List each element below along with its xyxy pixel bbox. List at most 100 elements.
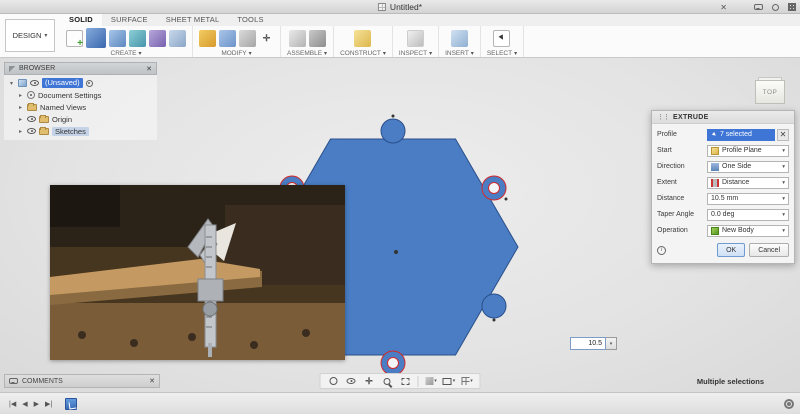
comments-bar[interactable]: COMMENTS ✕ <box>4 374 160 388</box>
play-icon[interactable]: ▶ <box>31 400 42 408</box>
skip-to-end-icon[interactable]: ▶| <box>42 400 55 408</box>
chevron-down-icon: ▾ <box>782 164 785 170</box>
apps-icon[interactable] <box>788 3 796 11</box>
group-assemble: ASSEMBLE <box>281 26 334 57</box>
tree-item-document-settings[interactable]: ▸ Document Settings <box>4 89 157 101</box>
new-component-icon[interactable] <box>289 30 306 47</box>
operation-dropdown[interactable]: New Body ▾ <box>707 225 789 237</box>
measure-icon[interactable] <box>407 30 424 47</box>
profile-selection-chip[interactable]: ► 7 selected <box>707 129 775 141</box>
tree-item-label[interactable]: Document Settings <box>38 91 101 100</box>
joint-icon[interactable] <box>309 30 326 47</box>
create-menu[interactable]: CREATE <box>111 50 142 57</box>
viewcube[interactable]: TOP <box>752 76 788 108</box>
modify-menu[interactable]: MODIFY <box>221 50 251 57</box>
group-select: SELECT <box>481 26 524 57</box>
visibility-eye-icon[interactable] <box>27 116 36 122</box>
inspect-menu[interactable]: INSPECT <box>399 50 432 57</box>
fit-icon[interactable] <box>398 375 413 388</box>
tree-item-origin[interactable]: ▸ Origin <box>4 113 157 125</box>
create-sketch-icon[interactable] <box>66 30 83 47</box>
fillet-icon[interactable] <box>219 30 236 47</box>
revolve-icon[interactable] <box>109 30 126 47</box>
tab-surface[interactable]: SURFACE <box>102 14 157 26</box>
distance-input[interactable]: 10.5 mm ▾ <box>707 193 789 205</box>
construct-plane-icon[interactable] <box>354 30 371 47</box>
model-canvas[interactable]: 10.5 ▾ TOP BROWSER ✕ ▾ (Unsaved) <box>0 58 800 392</box>
close-icon[interactable]: ✕ <box>720 3 727 12</box>
tree-root-row[interactable]: ▾ (Unsaved) <box>4 77 157 89</box>
visibility-eye-icon[interactable] <box>30 80 39 86</box>
hole-upper-right[interactable] <box>489 183 500 194</box>
insert-icon[interactable] <box>451 30 468 47</box>
cancel-button[interactable]: Cancel <box>749 243 789 257</box>
direction-dropdown[interactable]: One Side ▾ <box>707 161 789 173</box>
skip-to-start-icon[interactable]: |◀ <box>6 400 19 408</box>
pan-icon[interactable]: ✛ <box>362 375 377 388</box>
browser-header[interactable]: BROWSER ✕ <box>4 62 157 75</box>
select-icon[interactable] <box>493 30 510 47</box>
folder-icon <box>27 104 37 111</box>
root-label[interactable]: (Unsaved) <box>42 78 83 88</box>
expand-caret-icon[interactable]: ▸ <box>17 104 24 111</box>
tree-item-label[interactable]: Origin <box>52 115 72 124</box>
sketch-feature-marker[interactable] <box>65 398 77 410</box>
step-back-icon[interactable]: ◀ <box>19 400 30 408</box>
comments-icon[interactable] <box>754 4 763 10</box>
extrude-dialog-header[interactable]: ⋮⋮ EXTRUDE <box>652 111 794 124</box>
loft-icon[interactable] <box>149 30 166 47</box>
tab-tools[interactable]: TOOLS <box>228 14 272 26</box>
coil-icon[interactable] <box>169 30 186 47</box>
sweep-icon[interactable] <box>129 30 146 47</box>
tree-item-named-views[interactable]: ▸ Named Views <box>4 101 157 113</box>
move-icon[interactable]: ✛ <box>259 32 274 45</box>
workspace-switcher[interactable]: DESIGN <box>5 19 55 52</box>
expand-caret-icon[interactable]: ▸ <box>17 128 24 135</box>
look-at-icon[interactable] <box>344 375 359 388</box>
zoom-icon[interactable] <box>380 375 395 388</box>
extrude-icon[interactable] <box>86 28 106 48</box>
extent-dropdown[interactable]: Distance ▾ <box>707 177 789 189</box>
ok-button[interactable]: OK <box>717 243 745 257</box>
distance-floating-input[interactable]: 10.5 ▾ <box>570 337 617 350</box>
tree-item-label[interactable]: Named Views <box>40 103 86 112</box>
info-icon[interactable]: i <box>657 246 666 255</box>
start-dropdown[interactable]: Profile Plane ▾ <box>707 145 789 157</box>
grid-snap-icon[interactable]: ▾ <box>460 375 475 388</box>
select-menu[interactable]: SELECT <box>487 50 517 57</box>
expand-caret-icon[interactable]: ▾ <box>8 80 15 87</box>
tab-solid[interactable]: SOLID <box>60 14 102 26</box>
center-point[interactable] <box>394 250 398 254</box>
tab-lower-right[interactable] <box>482 294 506 318</box>
taper-angle-input[interactable]: 0.0 deg ▾ <box>707 209 789 221</box>
notifications-icon[interactable] <box>772 4 779 11</box>
plane-icon <box>711 147 719 155</box>
construct-menu[interactable]: CONSTRUCT <box>340 50 386 57</box>
tree-item-label[interactable]: Sketches <box>52 127 89 136</box>
comments-close-icon[interactable]: ✕ <box>149 377 155 385</box>
browser-close-icon[interactable]: ✕ <box>146 65 152 73</box>
viewcube-top-face[interactable]: TOP <box>755 80 785 104</box>
shell-icon[interactable] <box>239 30 256 47</box>
tree-item-sketches[interactable]: ▸ Sketches <box>4 125 157 137</box>
assemble-menu[interactable]: ASSEMBLE <box>287 50 327 57</box>
insert-menu[interactable]: INSERT <box>445 50 474 57</box>
display-settings-icon[interactable]: ▾ <box>424 375 439 388</box>
drag-grip-icon[interactable]: ⋮⋮ <box>657 113 669 121</box>
expand-caret-icon[interactable]: ▸ <box>17 116 24 123</box>
visibility-eye-icon[interactable] <box>27 128 36 134</box>
clear-selection-icon[interactable]: ✕ <box>777 129 789 141</box>
active-component-radio[interactable] <box>86 80 93 87</box>
tab-top[interactable] <box>381 119 405 143</box>
operation-row: Operation New Body ▾ <box>657 224 789 237</box>
press-pull-icon[interactable] <box>199 30 216 47</box>
distance-dropdown-icon[interactable]: ▾ <box>606 337 617 350</box>
orbit-icon[interactable] <box>326 375 341 388</box>
tab-sheet-metal[interactable]: SHEET METAL <box>157 14 229 26</box>
sketch-point-lower-right <box>493 319 496 322</box>
distance-value-field[interactable]: 10.5 <box>570 337 606 350</box>
expand-caret-icon[interactable]: ▸ <box>17 92 24 99</box>
hole-bottom[interactable] <box>388 358 399 369</box>
viewport-layout-icon[interactable]: ▾ <box>442 375 457 388</box>
timeline-settings-gear-icon[interactable] <box>784 399 794 409</box>
